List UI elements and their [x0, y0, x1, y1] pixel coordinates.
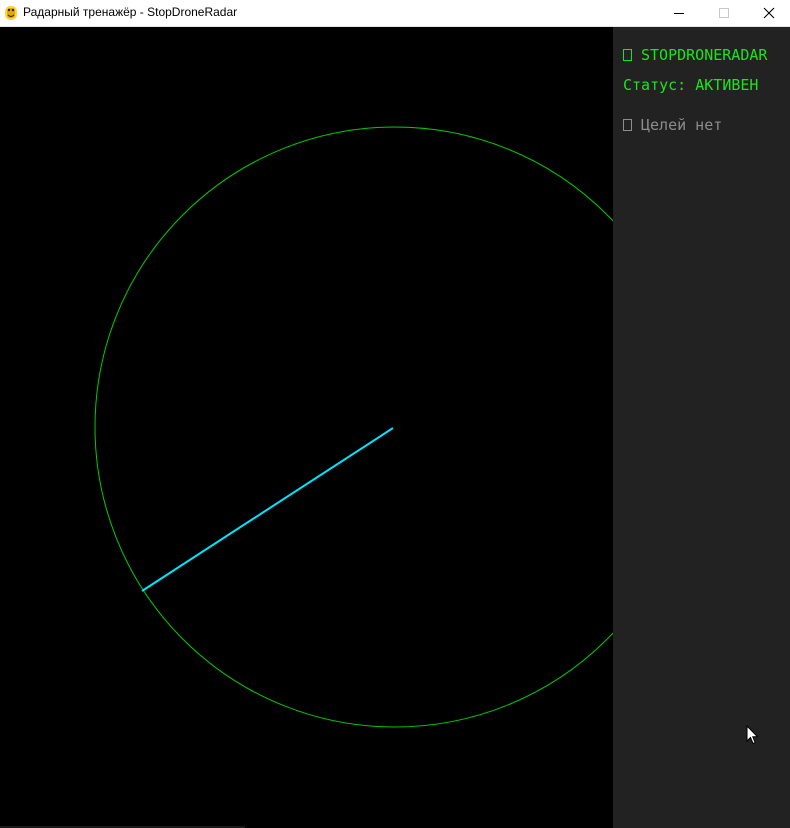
- target-icon: [623, 119, 632, 131]
- maximize-button[interactable]: [701, 0, 747, 26]
- minimize-button[interactable]: [656, 0, 702, 26]
- radar-canvas[interactable]: [0, 27, 613, 828]
- radar-sweep-line: [141, 427, 394, 592]
- info-panel: STOPDRONERADAR Статус: АКТИВЕН Целей нет: [613, 27, 790, 828]
- targets-text: Целей нет: [641, 116, 723, 134]
- radar-logo-icon: [623, 49, 632, 61]
- mouse-cursor-icon: [746, 725, 759, 745]
- minimize-icon: [674, 13, 684, 14]
- radar-range-ring: [94, 126, 613, 728]
- maximize-icon: [719, 8, 729, 18]
- targets-status: Целей нет: [623, 116, 722, 134]
- panel-title-text: STOPDRONERADAR: [641, 46, 768, 64]
- close-button[interactable]: [746, 0, 790, 26]
- close-icon: [763, 7, 775, 19]
- window-title: Радарный тренажёр - StopDroneRadar: [23, 5, 238, 19]
- radar-display: [94, 126, 613, 728]
- python-snake-icon: [5, 6, 17, 20]
- app-window: Радарный тренажёр - StopDroneRadar STOPD…: [0, 0, 790, 828]
- status-label: Статус: АКТИВЕН: [623, 76, 759, 94]
- panel-title: STOPDRONERADAR: [623, 46, 767, 64]
- title-bar[interactable]: Радарный тренажёр - StopDroneRadar: [0, 0, 790, 27]
